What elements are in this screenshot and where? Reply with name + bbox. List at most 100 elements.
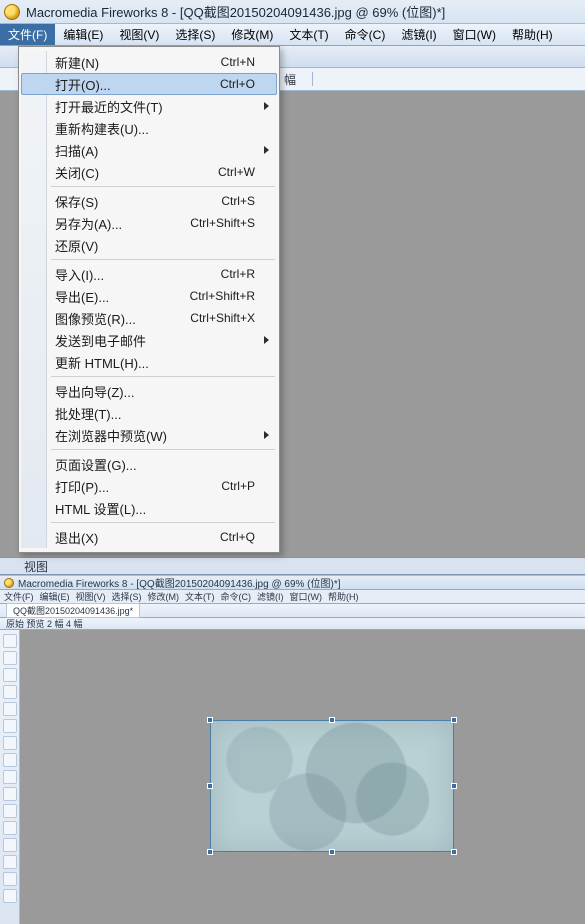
embedded-subtabs[interactable]: 原始 预览 2 幅 4 幅 — [6, 617, 83, 630]
embedded-menu-filters[interactable]: 滤镜(I) — [257, 590, 284, 603]
tool-line[interactable] — [3, 838, 17, 852]
menu-text[interactable]: 文本(T) — [281, 24, 336, 45]
tool-pencil[interactable] — [3, 770, 17, 784]
menu-file[interactable]: 文件(F) — [0, 24, 55, 45]
file-menu-item[interactable]: 发送到电子邮件 — [21, 329, 277, 351]
menu-item-shortcut: Ctrl+W — [218, 165, 255, 179]
titlebar: Macromedia Fireworks 8 - [QQ截图2015020409… — [0, 0, 585, 24]
file-menu-item[interactable]: 打印(P)...Ctrl+P — [21, 475, 277, 497]
menu-select[interactable]: 选择(S) — [167, 24, 223, 45]
tool-pointer[interactable] — [3, 634, 17, 648]
app-icon — [4, 4, 20, 20]
menu-separator — [51, 259, 275, 260]
file-menu-item[interactable]: 重新构建表(U)... — [21, 117, 277, 139]
menu-item-label: 打印(P)... — [55, 477, 109, 496]
tool-lasso[interactable] — [3, 719, 17, 733]
embedded-app-icon — [4, 578, 14, 588]
menu-item-label: 扫描(A) — [55, 141, 98, 160]
file-menu-item[interactable]: 页面设置(G)... — [21, 453, 277, 475]
chevron-right-icon — [264, 336, 269, 344]
file-menu-item[interactable]: 还原(V) — [21, 234, 277, 256]
menu-commands[interactable]: 命令(C) — [337, 24, 394, 45]
embedded-menubar: 文件(F) 编辑(E) 视图(V) 选择(S) 修改(M) 文本(T) 命令(C… — [0, 590, 585, 604]
resize-handle-tr[interactable] — [451, 717, 457, 723]
menu-item-shortcut: Ctrl+R — [221, 267, 255, 281]
menu-item-label: 导入(I)... — [55, 265, 104, 284]
file-menu-item[interactable]: HTML 设置(L)... — [21, 497, 277, 519]
menu-item-label: 保存(S) — [55, 192, 98, 211]
tool-text[interactable] — [3, 889, 17, 903]
menu-item-label: HTML 设置(L)... — [55, 499, 146, 518]
embedded-title: Macromedia Fireworks 8 - [QQ截图2015020409… — [18, 575, 341, 590]
file-menu-item[interactable]: 更新 HTML(H)... — [21, 351, 277, 373]
resize-handle-br[interactable] — [451, 849, 457, 855]
tool-brush[interactable] — [3, 753, 17, 767]
menu-window[interactable]: 窗口(W) — [445, 24, 504, 45]
menu-item-label: 在浏览器中预览(W) — [55, 426, 167, 445]
menu-modify[interactable]: 修改(M) — [223, 24, 281, 45]
tool-rubber-stamp[interactable] — [3, 821, 17, 835]
file-menu-item[interactable]: 导出(E)...Ctrl+Shift+R — [21, 285, 277, 307]
menu-filters[interactable]: 滤镜(I) — [393, 24, 444, 45]
file-menu-item[interactable]: 在浏览器中预览(W) — [21, 424, 277, 446]
embedded-menu-commands[interactable]: 命令(C) — [221, 590, 252, 603]
menu-edit[interactable]: 编辑(E) — [55, 24, 111, 45]
file-menu-item[interactable]: 新建(N)Ctrl+N — [21, 51, 277, 73]
menubar: 文件(F) 编辑(E) 视图(V) 选择(S) 修改(M) 文本(T) 命令(C… — [0, 24, 585, 46]
menu-item-shortcut: Ctrl+Shift+X — [190, 311, 255, 325]
file-menu-item[interactable]: 批处理(T)... — [21, 402, 277, 424]
resize-handle-tm[interactable] — [329, 717, 335, 723]
file-menu-item[interactable]: 扫描(A) — [21, 139, 277, 161]
embedded-canvas[interactable] — [20, 630, 585, 924]
menu-view[interactable]: 视图(V) — [111, 24, 167, 45]
embedded-menu-modify[interactable]: 修改(M) — [148, 590, 180, 603]
file-menu-item[interactable]: 图像预览(R)...Ctrl+Shift+X — [21, 307, 277, 329]
tool-blur[interactable] — [3, 804, 17, 818]
resize-handle-mr[interactable] — [451, 783, 457, 789]
menu-help[interactable]: 帮助(H) — [504, 24, 561, 45]
file-menu-item[interactable]: 保存(S)Ctrl+S — [21, 190, 277, 212]
tool-crop[interactable] — [3, 685, 17, 699]
resize-handle-tl[interactable] — [207, 717, 213, 723]
embedded-window: Macromedia Fireworks 8 - [QQ截图2015020409… — [0, 575, 585, 912]
file-menu-dropdown: 新建(N)Ctrl+N打开(O)...Ctrl+O打开最近的文件(T)重新构建表… — [18, 46, 280, 553]
panel-label[interactable]: 视图 — [0, 557, 585, 575]
embedded-menu-select[interactable]: 选择(S) — [112, 590, 142, 603]
chevron-right-icon — [264, 146, 269, 154]
menu-item-shortcut: Ctrl+N — [221, 55, 255, 69]
tool-magic-wand[interactable] — [3, 736, 17, 750]
chevron-right-icon — [264, 431, 269, 439]
file-menu-item[interactable]: 导入(I)... Ctrl+R — [21, 263, 277, 285]
menu-item-label: 更新 HTML(H)... — [55, 353, 149, 372]
embedded-menu-window[interactable]: 窗口(W) — [290, 590, 323, 603]
resize-handle-bl[interactable] — [207, 849, 213, 855]
embedded-tab[interactable]: QQ截图20150204091436.jpg* — [6, 603, 140, 618]
tool-scale[interactable] — [3, 668, 17, 682]
resize-handle-bm[interactable] — [329, 849, 335, 855]
menu-item-shortcut: Ctrl+Shift+S — [190, 216, 255, 230]
tool-marquee[interactable] — [3, 702, 17, 716]
menu-item-label: 关闭(C) — [55, 163, 99, 182]
file-menu-list: 新建(N)Ctrl+N打开(O)...Ctrl+O打开最近的文件(T)重新构建表… — [21, 51, 277, 548]
embedded-menu-file[interactable]: 文件(F) — [4, 590, 34, 603]
resize-handle-ml[interactable] — [207, 783, 213, 789]
file-menu-item[interactable]: 关闭(C) Ctrl+W — [21, 161, 277, 183]
menu-item-label: 退出(X) — [55, 528, 98, 547]
embedded-menu-text[interactable]: 文本(T) — [185, 590, 215, 603]
embedded-selected-image[interactable] — [210, 720, 454, 852]
file-menu-item[interactable]: 打开最近的文件(T) — [21, 95, 277, 117]
embedded-view-tabs: 原始 预览 2 幅 4 幅 — [0, 618, 585, 630]
menu-item-shortcut: Ctrl+Q — [220, 530, 255, 544]
file-menu-item[interactable]: 打开(O)...Ctrl+O — [21, 73, 277, 95]
tool-eraser[interactable] — [3, 787, 17, 801]
chevron-right-icon — [264, 102, 269, 110]
file-menu-item[interactable]: 另存为(A)...Ctrl+Shift+S — [21, 212, 277, 234]
embedded-menu-view[interactable]: 视图(V) — [76, 590, 106, 603]
file-menu-item[interactable]: 退出(X) Ctrl+Q — [21, 526, 277, 548]
embedded-menu-help[interactable]: 帮助(H) — [328, 590, 359, 603]
tool-pen[interactable] — [3, 855, 17, 869]
file-menu-item[interactable]: 导出向导(Z)... — [21, 380, 277, 402]
tool-subselect[interactable] — [3, 651, 17, 665]
embedded-menu-edit[interactable]: 编辑(E) — [40, 590, 70, 603]
tool-rectangle[interactable] — [3, 872, 17, 886]
